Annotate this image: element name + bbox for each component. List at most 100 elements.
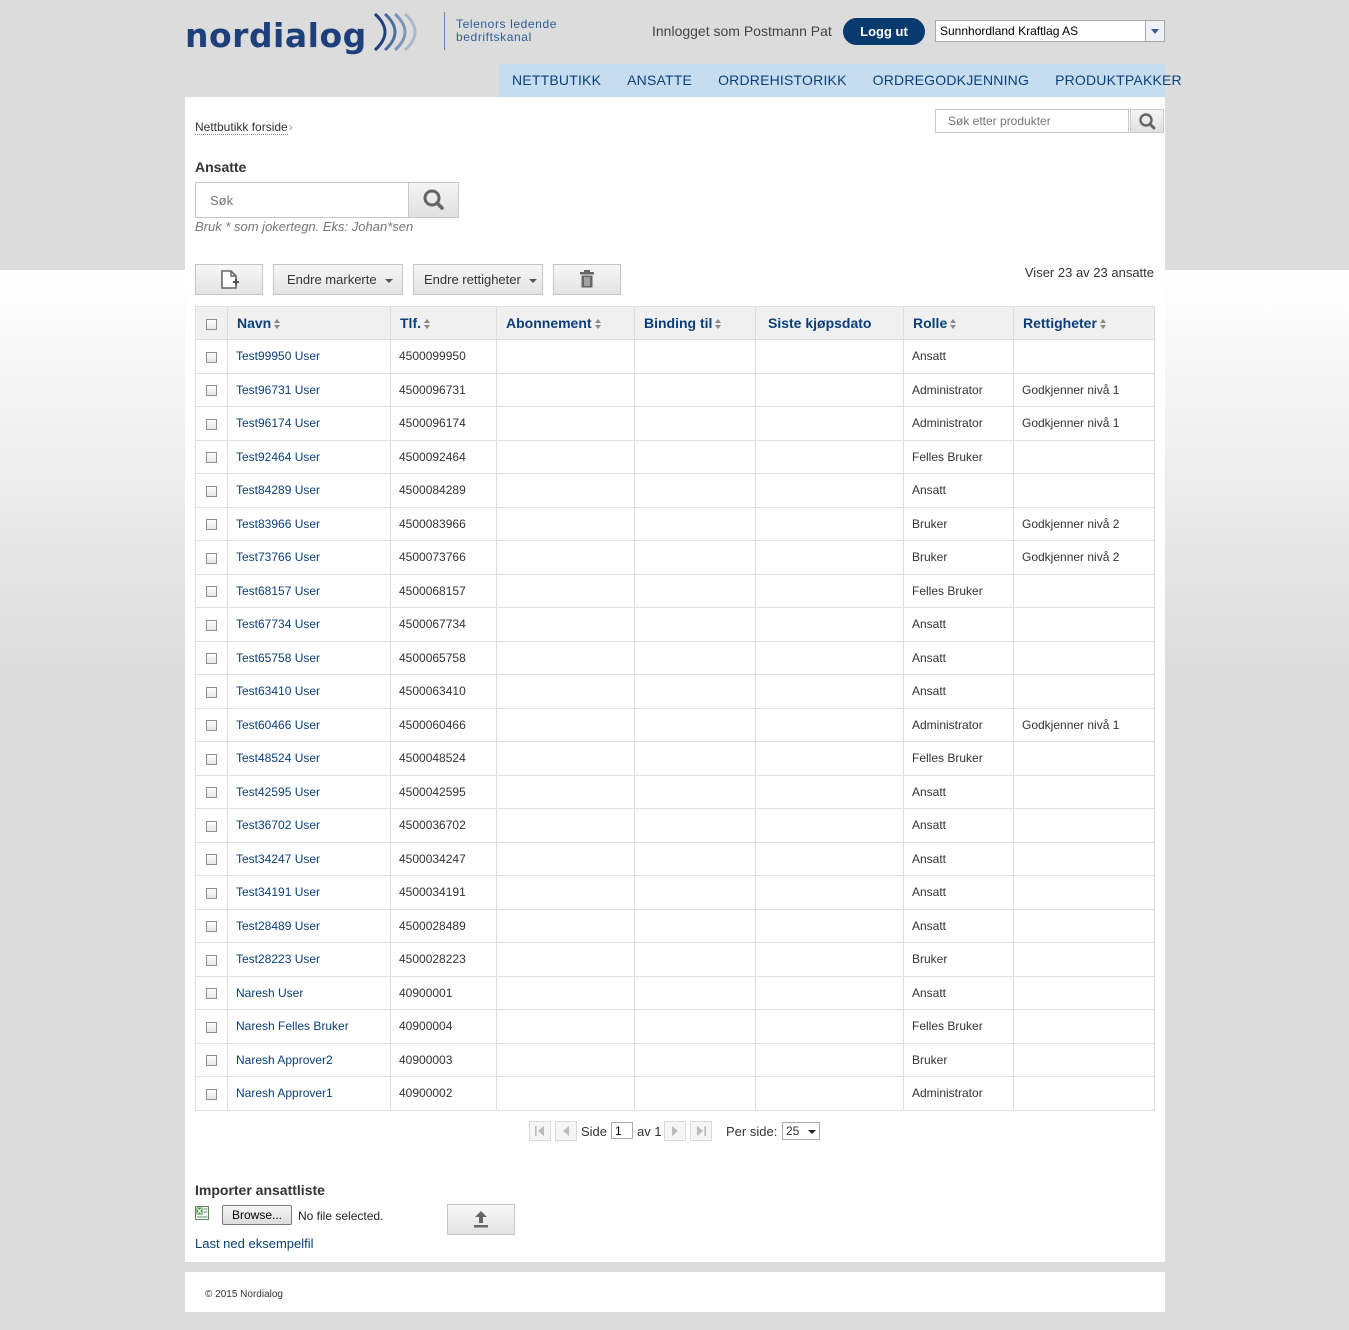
employee-name-link[interactable]: Test96174 User bbox=[227, 406, 391, 441]
row-checkbox[interactable] bbox=[206, 653, 217, 665]
company-select-value: Sunnhordland Kraftlag AS bbox=[940, 24, 1079, 38]
browse-button[interactable]: Browse... bbox=[222, 1205, 292, 1225]
employee-name-link[interactable]: Test96731 User bbox=[227, 372, 391, 407]
row-checkbox[interactable] bbox=[206, 720, 217, 732]
column-header-subscription[interactable]: Abonnement bbox=[496, 306, 635, 340]
employee-search-input[interactable] bbox=[195, 182, 409, 218]
table-row: Test67734 User 4500067734 Ansatt bbox=[195, 607, 1155, 642]
nav-item-nettbutikk[interactable]: NETTBUTIKK bbox=[499, 64, 614, 97]
employee-name-link[interactable]: Test73766 User bbox=[227, 540, 391, 575]
select-all-checkbox[interactable] bbox=[206, 318, 217, 330]
employee-name-link[interactable]: Test28489 User bbox=[227, 908, 391, 943]
row-checkbox[interactable] bbox=[206, 854, 217, 866]
breadcrumb-home-link[interactable]: Nettbutikk forside bbox=[195, 120, 288, 135]
employee-phone: 4500065758 bbox=[390, 640, 497, 675]
employee-name-link[interactable]: Test99950 User bbox=[227, 339, 391, 374]
employee-role: Administrator bbox=[903, 707, 1014, 742]
delete-button[interactable] bbox=[553, 264, 621, 295]
employee-name-link[interactable]: Test68157 User bbox=[227, 573, 391, 608]
column-header-phone[interactable]: Tlf. bbox=[390, 306, 497, 340]
row-checkbox[interactable] bbox=[206, 1088, 217, 1100]
row-checkbox[interactable] bbox=[206, 921, 217, 933]
column-header-name[interactable]: Navn bbox=[227, 306, 391, 340]
row-checkbox[interactable] bbox=[206, 452, 217, 464]
nav-item-ansatte[interactable]: ANSATTE bbox=[614, 64, 705, 97]
employee-subscription bbox=[496, 372, 635, 407]
row-checkbox[interactable] bbox=[206, 619, 217, 631]
employee-name-link[interactable]: Test83966 User bbox=[227, 506, 391, 541]
employee-name-link[interactable]: Test34191 User bbox=[227, 875, 391, 910]
employee-phone: 4500083966 bbox=[390, 506, 497, 541]
logo-divider bbox=[444, 12, 445, 50]
company-select[interactable]: Sunnhordland Kraftlag AS bbox=[935, 20, 1165, 42]
employee-binding bbox=[634, 473, 756, 508]
row-checkbox[interactable] bbox=[206, 418, 217, 430]
employee-name-link[interactable]: Test48524 User bbox=[227, 741, 391, 776]
row-checkbox[interactable] bbox=[206, 586, 217, 598]
row-checkbox[interactable] bbox=[206, 787, 217, 799]
employee-binding bbox=[634, 372, 756, 407]
product-search-input[interactable] bbox=[935, 109, 1129, 133]
download-sample-link[interactable]: Last ned eksempelfil bbox=[195, 1236, 314, 1251]
nav-item-produktpakker[interactable]: PRODUKTPAKKER bbox=[1042, 64, 1195, 97]
employee-name-link[interactable]: Test84289 User bbox=[227, 473, 391, 508]
employee-name-link[interactable]: Naresh Approver1 bbox=[227, 1076, 391, 1111]
employee-name-link[interactable]: Naresh Felles Bruker bbox=[227, 1009, 391, 1044]
first-page-button[interactable] bbox=[529, 1121, 551, 1141]
employee-name-link[interactable]: Test36702 User bbox=[227, 808, 391, 843]
employee-subscription bbox=[496, 506, 635, 541]
row-checkbox[interactable] bbox=[206, 686, 217, 698]
product-search-button[interactable] bbox=[1130, 109, 1164, 133]
row-checkbox[interactable] bbox=[206, 552, 217, 564]
change-rights-label: Endre rettigheter bbox=[424, 272, 521, 287]
employee-name-link[interactable]: Test60466 User bbox=[227, 707, 391, 742]
logout-button[interactable]: Logg ut bbox=[843, 18, 925, 45]
row-checkbox[interactable] bbox=[206, 385, 217, 397]
import-title: Importer ansattliste bbox=[195, 1182, 325, 1198]
row-checkbox[interactable] bbox=[206, 519, 217, 531]
per-page-select[interactable]: 25 bbox=[782, 1122, 820, 1140]
upload-button[interactable] bbox=[447, 1204, 515, 1235]
employee-name-link[interactable]: Test34247 User bbox=[227, 841, 391, 876]
row-checkbox[interactable] bbox=[206, 887, 217, 899]
nav-item-ordregodkjenning[interactable]: ORDREGODKJENNING bbox=[860, 64, 1042, 97]
employee-name-link[interactable]: Test92464 User bbox=[227, 439, 391, 474]
employee-name-link[interactable]: Test63410 User bbox=[227, 674, 391, 709]
last-page-button[interactable] bbox=[690, 1121, 712, 1141]
table-row: Test92464 User 4500092464 Felles Bruker bbox=[195, 439, 1155, 474]
employee-role: Felles Bruker bbox=[903, 573, 1014, 608]
employee-name-link[interactable]: Naresh Approver2 bbox=[227, 1042, 391, 1077]
row-select-cell bbox=[195, 674, 228, 709]
row-checkbox[interactable] bbox=[206, 351, 217, 363]
add-employee-button[interactable] bbox=[195, 264, 263, 295]
chevron-down-icon[interactable] bbox=[1145, 21, 1164, 41]
column-header-binding[interactable]: Binding til bbox=[634, 306, 756, 340]
row-checkbox[interactable] bbox=[206, 753, 217, 765]
column-header-role[interactable]: Rolle bbox=[903, 306, 1014, 340]
next-page-button[interactable] bbox=[664, 1121, 686, 1141]
employee-phone: 4500048524 bbox=[390, 741, 497, 776]
employee-phone: 40900002 bbox=[390, 1076, 497, 1111]
row-checkbox[interactable] bbox=[206, 485, 217, 497]
row-checkbox[interactable] bbox=[206, 954, 217, 966]
employee-name-link[interactable]: Naresh User bbox=[227, 975, 391, 1010]
change-rights-dropdown[interactable]: Endre rettigheter bbox=[413, 264, 543, 295]
employee-name-link[interactable]: Test42595 User bbox=[227, 774, 391, 809]
employee-binding bbox=[634, 808, 756, 843]
nav-item-ordrehistorikk[interactable]: ORDREHISTORIKK bbox=[705, 64, 860, 97]
change-marked-dropdown[interactable]: Endre markerte bbox=[273, 264, 403, 295]
table-row: Test73766 User 4500073766 Bruker Godkjenner… bbox=[195, 540, 1155, 575]
table-row: Test96731 User 4500096731 Administrator God… bbox=[195, 372, 1155, 407]
employee-name-link[interactable]: Test28223 User bbox=[227, 942, 391, 977]
employee-name-link[interactable]: Test67734 User bbox=[227, 607, 391, 642]
row-checkbox[interactable] bbox=[206, 988, 217, 1000]
employee-name-link[interactable]: Test65758 User bbox=[227, 640, 391, 675]
column-header-rights[interactable]: Rettigheter bbox=[1013, 306, 1155, 340]
row-checkbox[interactable] bbox=[206, 820, 217, 832]
employee-role: Ansatt bbox=[903, 808, 1014, 843]
row-checkbox[interactable] bbox=[206, 1055, 217, 1067]
employee-search-button[interactable] bbox=[408, 182, 459, 218]
previous-page-button[interactable] bbox=[555, 1121, 577, 1141]
page-number-input[interactable] bbox=[611, 1122, 633, 1139]
row-checkbox[interactable] bbox=[206, 1021, 217, 1033]
